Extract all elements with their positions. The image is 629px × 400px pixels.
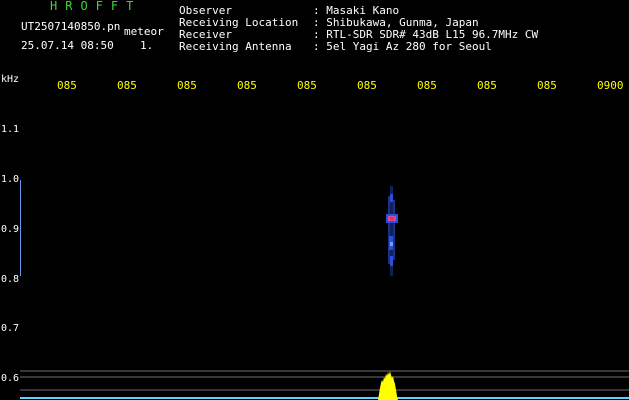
count-label: 1. bbox=[140, 39, 154, 52]
time-tick: 085 bbox=[177, 79, 197, 92]
time-tick: 085 bbox=[477, 79, 497, 92]
meteor-echo bbox=[386, 186, 398, 276]
time-tick: 085 bbox=[417, 79, 437, 92]
time-tick: 085 bbox=[237, 79, 257, 92]
freq-tick: 1.0 bbox=[1, 174, 20, 185]
freq-tick: 0.6 bbox=[1, 373, 20, 384]
freq-unit-label: kHz bbox=[1, 74, 20, 85]
info-label-antenna: Receiving Antenna bbox=[179, 40, 292, 53]
datetime-label: 25.07.14 08:50 bbox=[21, 39, 114, 52]
freq-tick: 1.1 bbox=[1, 124, 20, 135]
freq-tick: 0.9 bbox=[1, 224, 20, 235]
spectrogram-plot bbox=[20, 180, 629, 400]
info-value-antenna: : 5el Yagi Az 280 for Seoul bbox=[313, 40, 492, 53]
hrofft-window: HROFFT UT2507140850.pn meteor 25.07.14 0… bbox=[0, 0, 629, 400]
spectrum-peak bbox=[378, 371, 398, 400]
time-tick: 085 bbox=[117, 79, 137, 92]
time-tick: 085 bbox=[57, 79, 77, 92]
filename-label: UT2507140850.pn bbox=[21, 20, 121, 33]
time-tick: 0900 bbox=[597, 79, 624, 92]
app-title: HROFFT bbox=[50, 0, 142, 13]
freq-tick: 0.8 bbox=[1, 274, 20, 285]
time-tick: 085 bbox=[297, 79, 317, 92]
freq-tick: 0.7 bbox=[1, 323, 20, 334]
time-tick: 085 bbox=[537, 79, 557, 92]
mode-label: meteor bbox=[124, 25, 164, 38]
time-tick: 085 bbox=[357, 79, 377, 92]
